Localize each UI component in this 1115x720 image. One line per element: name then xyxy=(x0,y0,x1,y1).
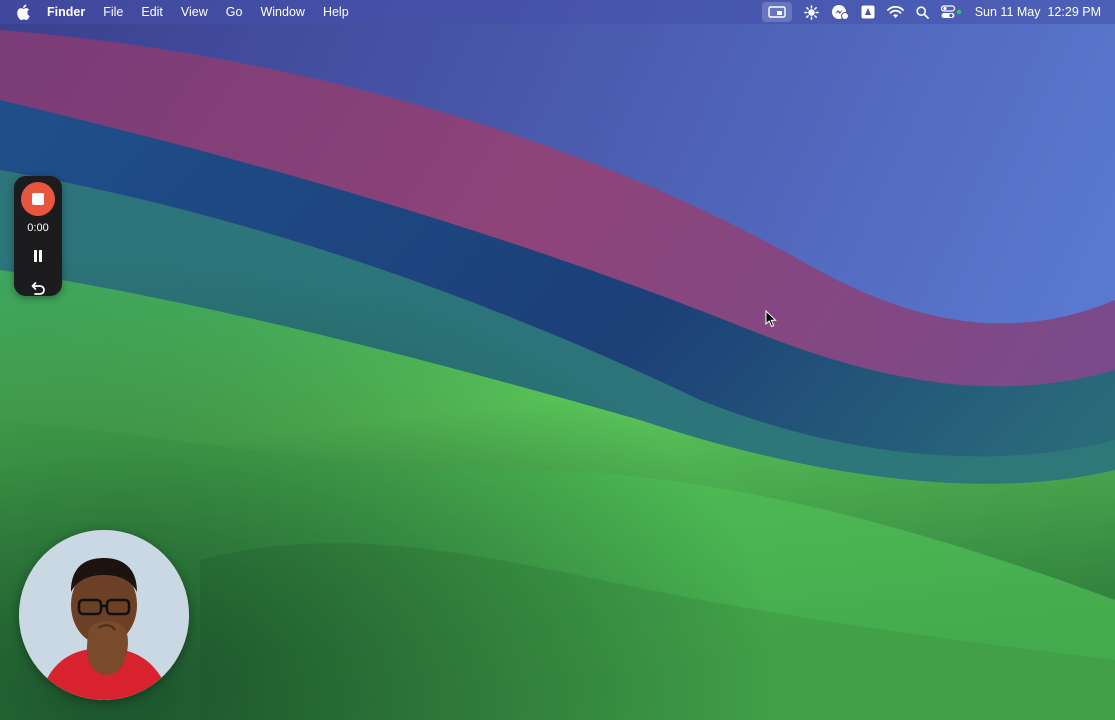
wifi-icon[interactable] xyxy=(886,0,904,24)
drive-icon[interactable] xyxy=(861,0,875,24)
mouse-cursor-icon xyxy=(765,310,777,328)
sun-gear-icon[interactable] xyxy=(803,0,819,24)
menu-go[interactable]: Go xyxy=(217,0,252,24)
menu-bar: Finder File Edit View Go Window Help Sun xyxy=(0,0,1115,24)
restart-icon xyxy=(31,282,45,295)
pause-button[interactable] xyxy=(30,248,46,264)
menu-help[interactable]: Help xyxy=(314,0,358,24)
webcam-person-icon xyxy=(19,530,189,700)
stop-icon xyxy=(32,193,44,205)
restart-button[interactable] xyxy=(29,280,47,296)
apple-logo-icon[interactable] xyxy=(16,4,30,20)
stop-recording-button[interactable] xyxy=(21,182,55,216)
search-icon[interactable] xyxy=(916,0,929,24)
control-center-icon[interactable] xyxy=(940,0,963,24)
menubar-clock[interactable]: Sun 11 May 12:29 PM xyxy=(975,5,1101,19)
menu-window[interactable]: Window xyxy=(251,0,313,24)
webcam-bubble[interactable] xyxy=(19,530,189,700)
menu-app-finder[interactable]: Finder xyxy=(47,0,94,24)
menu-file[interactable]: File xyxy=(94,0,132,24)
recording-timer: 0:00 xyxy=(27,222,49,234)
screen-record-icon[interactable] xyxy=(761,2,792,22)
pause-icon xyxy=(34,250,42,262)
menu-view[interactable]: View xyxy=(172,0,217,24)
clock-date: Sun 11 May xyxy=(974,5,1041,19)
messenger-icon[interactable] xyxy=(831,0,849,24)
clock-time: 12:29 PM xyxy=(1047,5,1101,19)
menu-edit[interactable]: Edit xyxy=(132,0,172,24)
recorder-panel: 0:00 xyxy=(14,176,62,296)
